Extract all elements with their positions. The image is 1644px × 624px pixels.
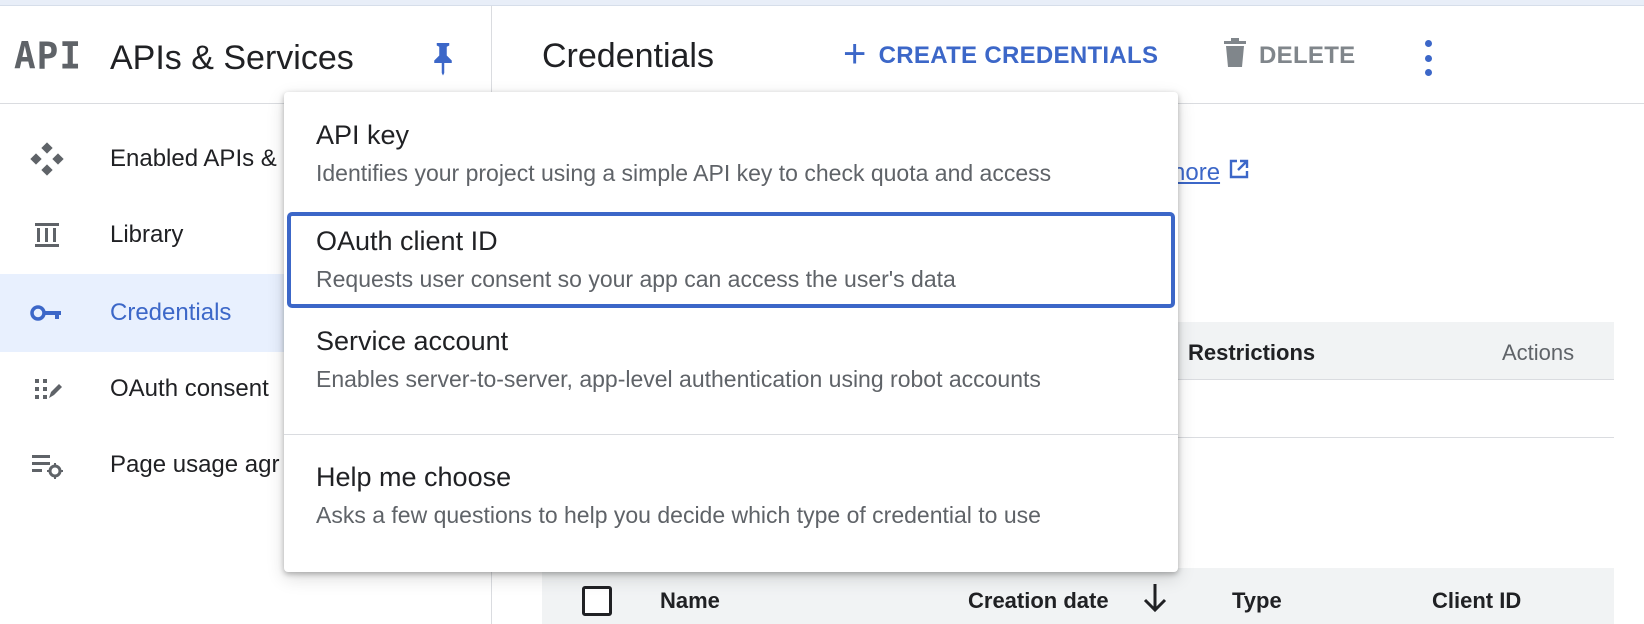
sidebar-item-label: Library [110,221,184,248]
menu-item-description: Identifies your project using a simple A… [316,160,1052,186]
oauth-table-header: Name Creation date Type Client ID [542,568,1614,624]
sidebar-header: API APIs & Services [0,6,492,104]
column-actions: Actions [1502,340,1575,365]
create-credentials-label: CREATE CREDENTIALS [878,42,1159,69]
select-all-checkbox[interactable] [582,586,612,616]
column-client-id[interactable]: Client ID [1432,588,1521,614]
settings-list-icon [28,446,66,484]
key-icon [28,294,66,332]
sidebar-item-label: Enabled APIs & [110,145,277,172]
menu-item-description: Asks a few questions to help you decide … [316,502,1041,528]
menu-item-description: Requests user consent so your app can ac… [316,266,956,292]
arrow-down-icon[interactable] [1142,582,1168,614]
menu-item-title: API key [316,120,410,150]
main-header: Credentials + CREATE CREDENTIALS DELETE [493,6,1644,104]
menu-item-title: Service account [316,326,509,356]
column-creation-date[interactable]: Creation date [968,588,1109,614]
column-type[interactable]: Type [1232,588,1282,614]
diamond-grid-icon [28,140,66,178]
menu-divider [284,434,1178,435]
menu-item-service-account[interactable]: Service account Enables server-to-server… [284,324,1178,394]
library-icon [28,216,66,254]
menu-item-title: Help me choose [316,462,512,492]
create-credentials-menu: API key Identifies your project using a … [284,92,1178,572]
menu-item-api-key[interactable]: API key Identifies your project using a … [284,118,1178,188]
sidebar-item-label: Credentials [110,299,232,326]
column-name[interactable]: Name [660,588,720,614]
sidebar-item-label: OAuth consent [110,375,269,402]
trash-icon [1223,37,1247,75]
create-credentials-button[interactable]: + CREATE CREDENTIALS [843,32,1159,76]
plus-icon: + [843,32,867,76]
menu-item-title: OAuth client ID [316,226,498,256]
open-in-new-icon [1228,158,1250,187]
more-vert-icon[interactable] [1413,36,1443,80]
api-keys-table-header: Restrictions Actions [1130,322,1614,380]
sidebar-title: APIs & Services [110,39,354,77]
menu-item-description: Enables server-to-server, app-level auth… [316,366,1041,392]
menu-item-oauth-client-id[interactable]: OAuth client ID Requests user consent so… [287,212,1175,308]
learn-more-link[interactable]: nore [1172,158,1250,187]
sidebar-item-label: Page usage agr [110,451,280,478]
menu-item-help-me-choose[interactable]: Help me choose Asks a few questions to h… [284,460,1178,530]
pin-icon[interactable] [428,40,458,76]
api-logo: API [14,34,83,79]
learn-more-label: nore [1172,158,1221,186]
consent-icon [28,370,66,408]
table-divider [1130,437,1614,438]
page-title: Credentials [542,37,714,75]
delete-button[interactable]: DELETE [1223,36,1355,76]
column-restrictions: Restrictions [1188,340,1316,365]
delete-label: DELETE [1259,42,1356,69]
